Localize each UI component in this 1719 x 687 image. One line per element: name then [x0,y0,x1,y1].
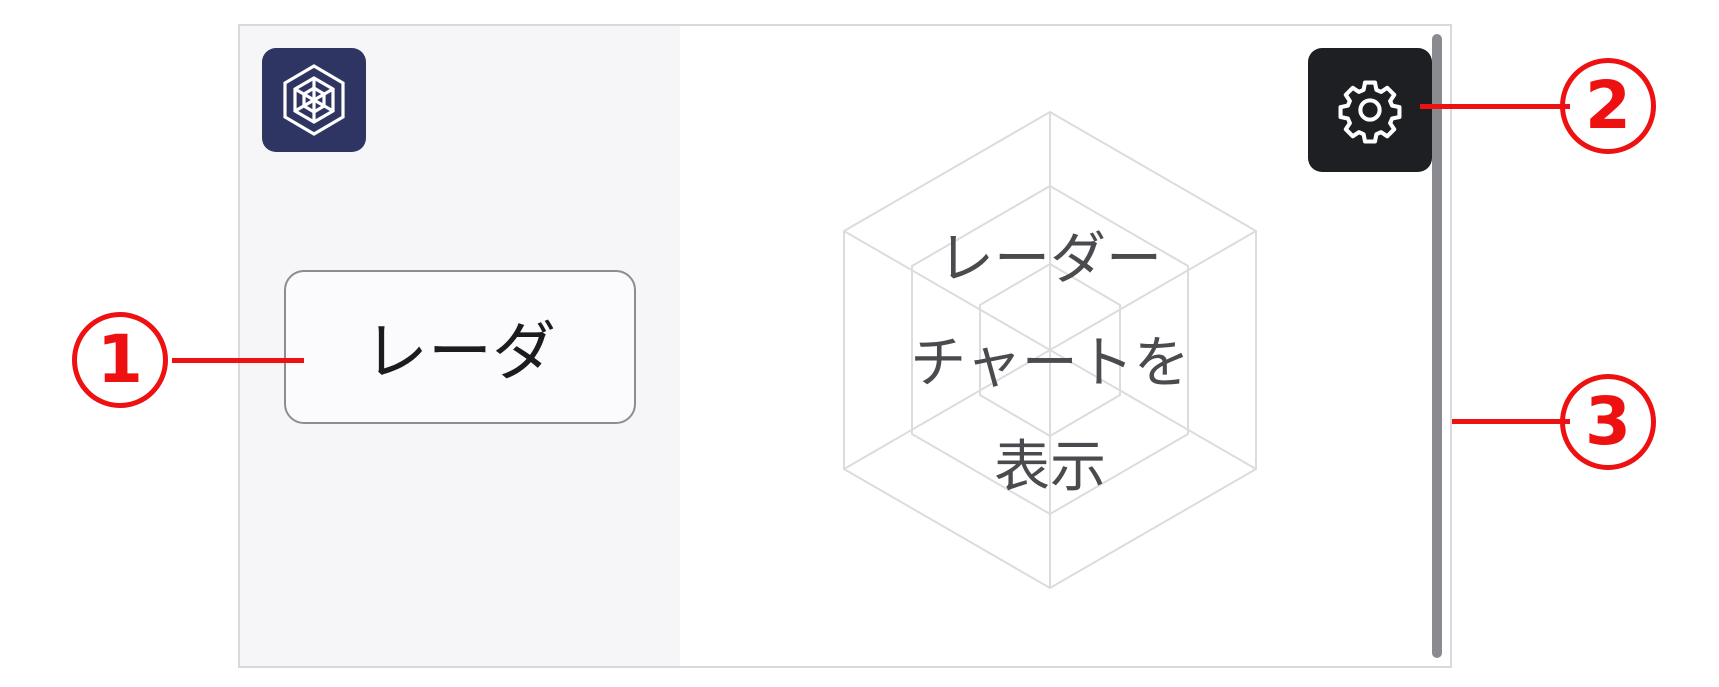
scrollbar[interactable] [1432,34,1442,658]
app-logo [262,48,366,152]
callout-line-3 [1452,419,1570,424]
screenshot-stage: レーダ レーダー チャートを 表示 1 2 3 [0,0,1719,687]
callout-line-2 [1420,104,1570,109]
sidebar: レーダ [240,26,680,666]
callout-badge-1: 1 [72,312,168,408]
gear-icon [1338,80,1402,144]
radar-nav-button-label: レーダ [364,316,556,390]
callout-label-2: 2 [1585,67,1631,144]
radar-nav-button[interactable]: レーダ [284,270,636,424]
radar-hexagon-logo-icon [283,64,345,136]
main-content: レーダー チャートを 表示 [680,26,1450,666]
callout-label-1: 1 [97,321,143,398]
callout-badge-2: 2 [1560,58,1656,154]
app-window: レーダ レーダー チャートを 表示 [238,24,1452,668]
empty-state-text: レーダー チャートを 表示 [910,227,1190,500]
settings-button[interactable] [1308,48,1432,172]
callout-badge-3: 3 [1560,374,1656,470]
callout-label-3: 3 [1585,383,1631,460]
callout-line-1 [172,358,304,363]
